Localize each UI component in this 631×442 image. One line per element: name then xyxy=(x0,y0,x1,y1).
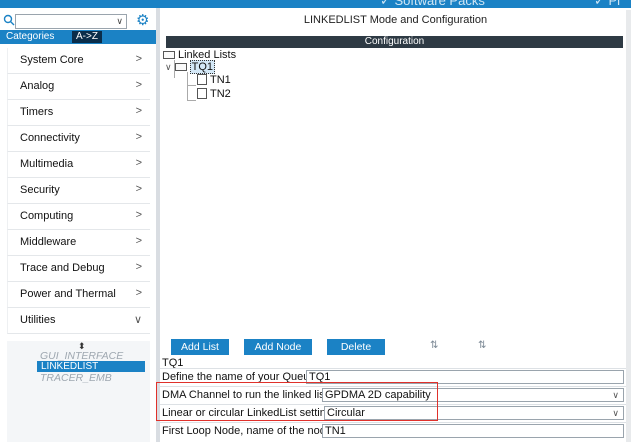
chevron-right-icon: > xyxy=(135,53,142,65)
category-label: Middleware xyxy=(20,236,77,248)
category-power-and-thermal[interactable]: Power and Thermal > xyxy=(7,282,150,308)
chevron-down-icon[interactable]: ∨ xyxy=(116,16,123,27)
category-label: Utilities xyxy=(20,314,56,326)
tree-queue-tq1[interactable]: ∨ TQ1 xyxy=(165,60,215,74)
software-packs-menu[interactable]: ✓ Software Packs xyxy=(380,0,485,8)
top-menu-strip: ✓ Software Packs ✓ Pi xyxy=(0,0,631,8)
category-label: Analog xyxy=(20,80,55,92)
tree-node-label: TN2 xyxy=(210,88,231,100)
first-loop-node-value: TN1 xyxy=(325,425,346,437)
chevron-right-icon: > xyxy=(135,209,142,221)
chevron-right-icon: > xyxy=(135,105,142,117)
folder-icon xyxy=(163,51,175,59)
category-label: Power and Thermal xyxy=(20,288,116,300)
page-title: LINKEDLIST Mode and Configuration xyxy=(303,14,488,26)
chevron-right-icon: > xyxy=(135,79,142,91)
chevron-down-icon: ∨ xyxy=(133,314,142,326)
tree-queue-label: TQ1 xyxy=(189,60,215,74)
chevron-right-icon: > xyxy=(135,183,142,195)
category-label: Connectivity xyxy=(20,132,80,144)
category-timers[interactable]: Timers > xyxy=(7,100,150,126)
category-trace-and-debug[interactable]: Trace and Debug > xyxy=(7,256,150,282)
chevron-right-icon: > xyxy=(135,287,142,299)
document-icon xyxy=(197,88,207,99)
chevron-down-icon: ∨ xyxy=(612,408,619,418)
tree-connector xyxy=(187,72,188,100)
category-analog[interactable]: Analog > xyxy=(7,74,150,100)
tab-a-z[interactable]: A->Z xyxy=(72,31,102,43)
tree-node-tn2[interactable]: TN2 xyxy=(197,88,231,100)
tree-connector xyxy=(187,85,196,86)
chevron-down-icon: ∨ xyxy=(612,390,619,400)
utilities-subitems: ⬍ GUI_INTERFACE LINKEDLIST TRACER_EMB xyxy=(7,341,150,442)
category-connectivity[interactable]: Connectivity > xyxy=(7,126,150,152)
folder-icon xyxy=(174,63,187,71)
linked-list-tree: Linked Lists ∨ TQ1 TN1 TN2 xyxy=(162,48,623,338)
category-label: Trace and Debug xyxy=(20,262,105,274)
category-multimedia[interactable]: Multimedia > xyxy=(7,152,150,178)
tab-categories[interactable]: Categories xyxy=(2,31,58,43)
tree-node-label: TN1 xyxy=(210,74,231,86)
document-icon xyxy=(197,74,207,85)
first-loop-node-field[interactable]: TN1 xyxy=(322,424,624,438)
vertical-scrollbar[interactable] xyxy=(626,10,631,442)
tree-button-row: Add List Add Node Delete ⇅ ⇅ xyxy=(160,339,631,357)
category-middleware[interactable]: Middleware > xyxy=(7,230,150,256)
category-system-core[interactable]: System Core > xyxy=(7,48,150,74)
chevron-right-icon: > xyxy=(135,157,142,169)
category-label: System Core xyxy=(20,54,84,66)
gear-icon[interactable]: ⚙ xyxy=(136,13,152,29)
category-computing[interactable]: Computing > xyxy=(7,204,150,230)
category-tabs: Categories A->Z xyxy=(0,30,156,44)
param-row-first-loop-node: First Loop Node, name of the node TN1 xyxy=(160,422,631,439)
add-list-button[interactable]: Add List xyxy=(171,339,229,355)
search-icon xyxy=(3,14,15,26)
tree-connector xyxy=(187,100,196,101)
category-label: Multimedia xyxy=(20,158,74,170)
utility-item-tracer-emb[interactable]: TRACER_EMB xyxy=(40,372,112,384)
chevron-right-icon: > xyxy=(135,261,142,273)
category-label: Timers xyxy=(20,106,54,118)
chevron-right-icon: > xyxy=(135,131,142,143)
add-node-button[interactable]: Add Node xyxy=(244,339,312,355)
tree-node-tn1[interactable]: TN1 xyxy=(197,74,231,86)
configuration-header: Configuration xyxy=(166,36,623,48)
mode-configuration-panel: LINKEDLIST Mode and Configuration Config… xyxy=(160,8,631,442)
category-label: Computing xyxy=(20,210,74,222)
move-up-icon[interactable]: ⇅ xyxy=(478,340,486,351)
move-down-icon[interactable]: ⇅ xyxy=(430,340,438,351)
pinout-menu[interactable]: ✓ Pi xyxy=(594,0,620,8)
utility-item-linkedlist[interactable]: LINKEDLIST xyxy=(37,361,145,372)
delete-button[interactable]: Delete xyxy=(327,339,385,355)
category-utilities[interactable]: Utilities ∨ xyxy=(7,308,150,334)
category-list: System Core > Analog > Timers > Connecti… xyxy=(7,48,150,334)
category-security[interactable]: Security > xyxy=(7,178,150,204)
search-input[interactable]: ∨ xyxy=(15,14,127,29)
param-label: First Loop Node, name of the node xyxy=(162,425,332,437)
chevron-right-icon: > xyxy=(135,235,142,247)
chevron-down-icon[interactable]: ∨ xyxy=(165,62,172,72)
category-sidebar: ∨ ⚙ Categories A->Z System Core > Analog… xyxy=(0,8,160,442)
category-label: Security xyxy=(20,184,60,196)
highlight-box xyxy=(156,382,438,421)
